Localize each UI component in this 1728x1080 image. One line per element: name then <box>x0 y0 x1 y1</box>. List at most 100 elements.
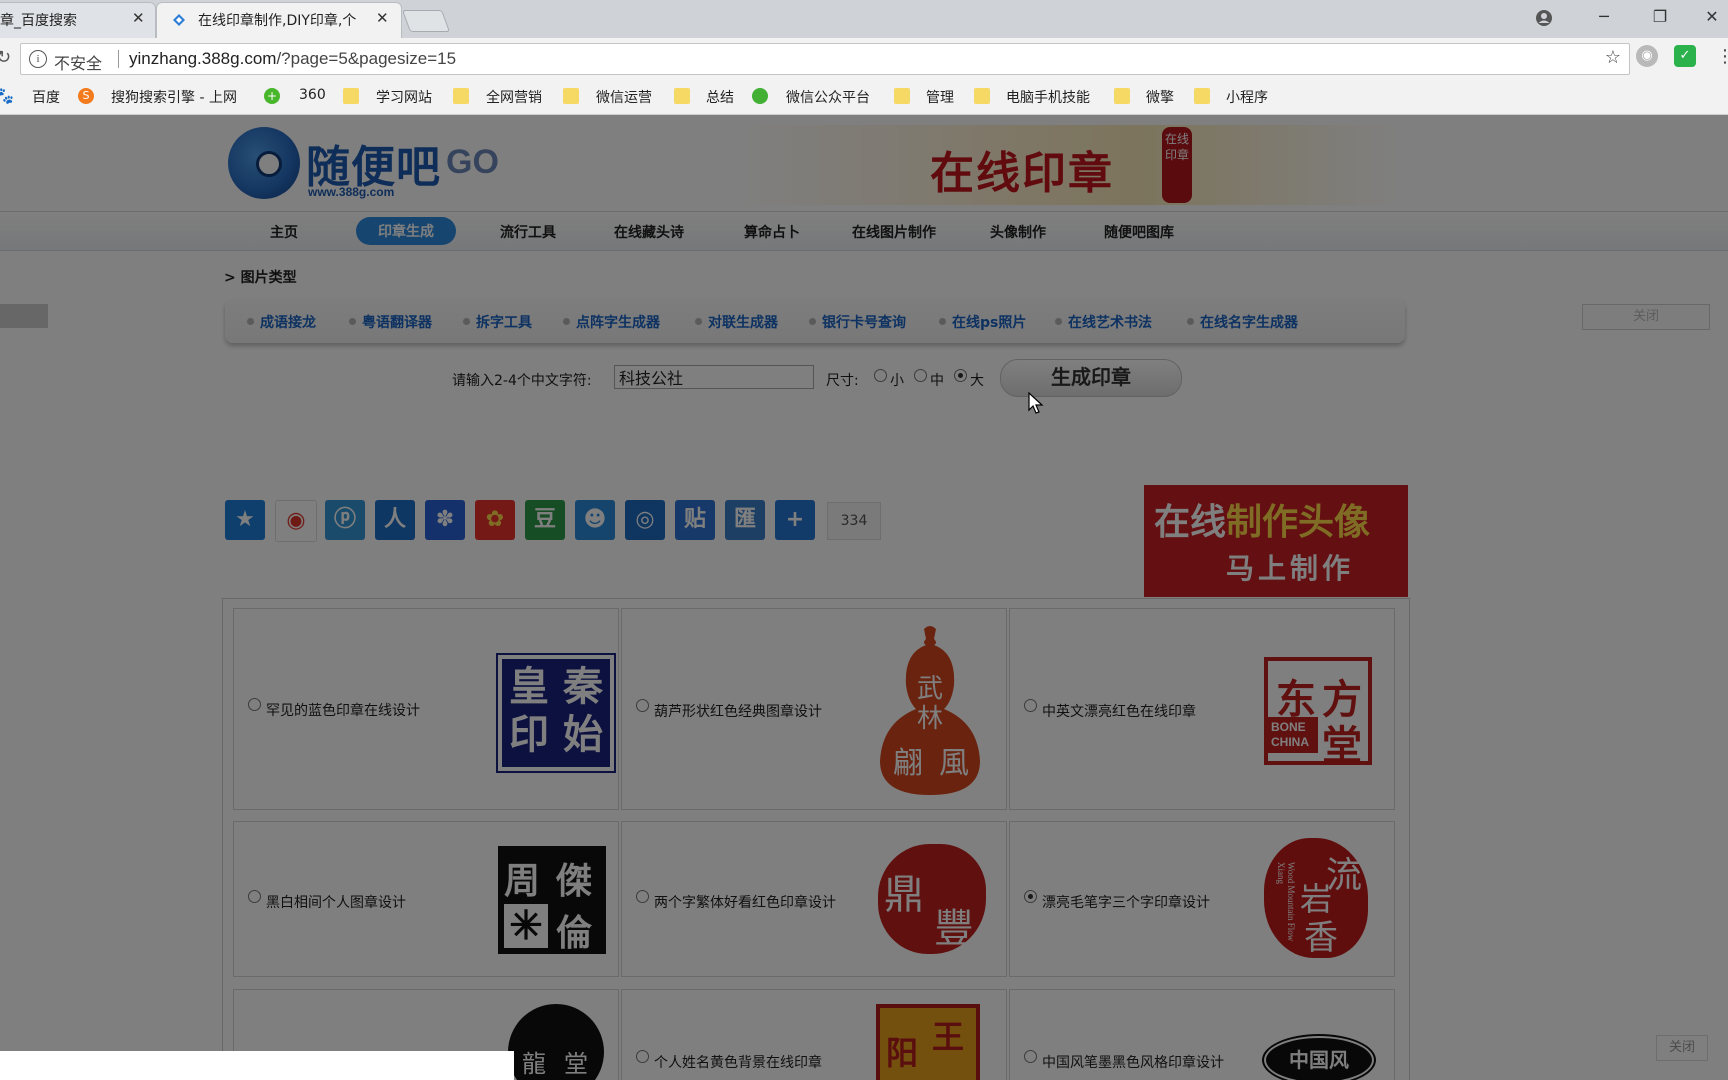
nav-image-maker[interactable]: 在线图片制作 <box>852 222 936 242</box>
main-nav: 主页 印章生成 流行工具 在线藏头诗 算命占卜 在线图片制作 头像制作 随便吧图… <box>0 211 1728 251</box>
seal-preview-image: 王 阳 <box>876 1004 980 1080</box>
omnibox[interactable]: i 不安全 yinzhang.388g.com/?page=5&pagesize… <box>20 43 1630 75</box>
seal-style-card[interactable]: 罕见的蓝色印章在线设计 皇秦 印始 <box>233 608 619 810</box>
bookmark-item[interactable]: 360 <box>299 87 326 103</box>
tool-link[interactable]: 点阵字生成器 <box>563 312 660 332</box>
nav-gallery[interactable]: 随便吧图库 <box>1104 222 1174 242</box>
bookmark-item[interactable]: 微信公众平台 <box>786 87 870 107</box>
restore-icon[interactable]: ❐ <box>1632 2 1688 32</box>
bookmark-item[interactable]: 全网营销 <box>486 87 542 107</box>
folder-icon <box>974 88 990 104</box>
tool-link[interactable]: 成语接龙 <box>247 312 316 332</box>
seal-style-card[interactable]: 漂亮毛笔字三个字印章设计 Wood Mountain Flow Xiang 流 … <box>1009 821 1395 977</box>
size-small-radio[interactable] <box>874 369 887 382</box>
extension-globe-icon[interactable]: ◉ <box>1636 45 1658 67</box>
profile-icon[interactable] <box>1516 2 1572 32</box>
size-medium-radio[interactable] <box>914 369 927 382</box>
baidu-paw-icon[interactable]: ✽ <box>425 500 465 540</box>
tool-link[interactable]: 在线艺术书法 <box>1055 312 1152 332</box>
weibo-icon[interactable]: ◉ <box>275 500 317 542</box>
bookmark-item[interactable]: 搜狗搜索引擎 - 上网 <box>111 87 247 107</box>
bookmark-item[interactable]: 小程序 <box>1226 87 1268 107</box>
url-text[interactable]: yinzhang.388g.com/?page=5&pagesize=15 <box>129 49 456 69</box>
style-radio[interactable] <box>636 890 649 903</box>
seal-form: 请输入2-4个中文字符: 尺寸: 小 中 大 生成印章 <box>452 359 1192 399</box>
site-favicon-icon <box>173 14 185 26</box>
douban-icon[interactable]: 豆 <box>525 500 565 540</box>
side-floating-tab[interactable] <box>0 304 48 328</box>
seal-preview-image: 东 方 堂 BONE CHINA <box>1264 657 1372 769</box>
tool-link[interactable]: 拆字工具 <box>463 312 532 332</box>
style-title: 罕见的蓝色印章在线设计 <box>266 703 420 719</box>
window-close-icon[interactable]: ✕ <box>1684 2 1728 32</box>
security-label: 不安全 <box>54 54 103 73</box>
banner-seal: 在线印章 <box>1162 127 1192 203</box>
tab-baidu-search[interactable]: 章_百度搜索 ✕ <box>0 2 156 38</box>
style-radio[interactable] <box>636 699 649 712</box>
style-title: 中国风笔墨黑色风格印章设计 <box>1042 1055 1224 1071</box>
bookmark-item[interactable]: 总结 <box>706 87 734 107</box>
tab-close-icon[interactable]: ✕ <box>132 9 145 27</box>
style-title: 漂亮毛笔字三个字印章设计 <box>1042 895 1210 911</box>
reload-icon[interactable]: ↻ <box>0 47 11 68</box>
style-radio[interactable] <box>248 698 261 711</box>
seal-style-card[interactable]: 两个字繁体好看红色印章设计 鼎 豐 <box>621 821 1007 977</box>
style-radio[interactable] <box>248 890 261 903</box>
tool-link[interactable]: 在线ps照片 <box>939 312 1026 332</box>
nav-acrostic-poem[interactable]: 在线藏头诗 <box>614 222 684 242</box>
bottom-popup-strip <box>0 1051 514 1080</box>
style-radio[interactable] <box>1024 1050 1037 1063</box>
style-radio[interactable] <box>1024 890 1037 903</box>
info-icon[interactable]: i <box>29 50 47 68</box>
tab-close-icon[interactable]: ✕ <box>376 9 389 27</box>
seal-preview-image: 周 傑 倫 ✳ <box>498 846 606 954</box>
bookmark-item[interactable]: 管理 <box>926 87 954 107</box>
seal-style-card[interactable]: 葫芦形状红色经典图章设计 武 林 翩 風 <box>621 608 1007 810</box>
bookmark-item[interactable]: 学习网站 <box>376 87 432 107</box>
seal-style-card[interactable]: 个人姓名黄色背景在线印章 王 阳 <box>621 989 1007 1080</box>
folder-icon <box>1194 88 1210 104</box>
nav-fortune[interactable]: 算命占卜 <box>744 222 800 242</box>
new-tab-button[interactable] <box>401 10 451 32</box>
nav-seal-generator[interactable]: 印章生成 <box>356 217 456 245</box>
bookmark-item[interactable]: 微擎 <box>1146 87 1174 107</box>
tool-link[interactable]: 对联生成器 <box>695 312 778 332</box>
seal-style-card[interactable]: 中英文漂亮红色在线印章 东 方 堂 BONE CHINA <box>1009 608 1395 810</box>
seal-style-card[interactable]: 中国风笔墨黑色风格印章设计 中国风 <box>1009 989 1395 1080</box>
friends-icon[interactable]: ☻ <box>575 500 615 540</box>
kaixin-icon[interactable]: ✿ <box>475 500 515 540</box>
tencent-icon[interactable]: ◎ <box>625 500 665 540</box>
style-radio[interactable] <box>1024 699 1037 712</box>
bookmark-item[interactable]: 电脑手机技能 <box>1006 87 1090 107</box>
menu-icon[interactable]: ⋮ <box>1716 46 1728 67</box>
bookmark-star-icon[interactable]: ☆ <box>1605 47 1621 68</box>
bookmark-item[interactable]: 微信运营 <box>596 87 652 107</box>
size-large-radio[interactable] <box>954 369 967 382</box>
digest-icon[interactable]: 匯 <box>725 500 765 540</box>
seal-style-card[interactable]: 黑白相间个人图章设计 周 傑 倫 ✳ <box>233 821 619 977</box>
tab-yinzhang[interactable]: 在线印章制作,DIY印章,个 ✕ <box>156 2 402 38</box>
seal-text-input[interactable] <box>614 365 814 389</box>
style-radio[interactable] <box>636 1050 649 1063</box>
svg-text:武: 武 <box>917 674 943 704</box>
more-plus-icon[interactable]: + <box>775 500 815 540</box>
qzone-star-icon[interactable]: ★ <box>225 500 265 540</box>
extension-shield-icon[interactable]: ✓ <box>1674 45 1696 67</box>
tencent-weibo-icon[interactable]: ⓟ <box>325 500 365 540</box>
style-title: 黑白相间个人图章设计 <box>266 895 406 911</box>
nav-avatar-maker[interactable]: 头像制作 <box>990 222 1046 242</box>
bottom-close-button[interactable]: 关闭 <box>1656 1035 1708 1061</box>
nav-popular-tools[interactable]: 流行工具 <box>500 222 556 242</box>
renren-icon[interactable]: 人 <box>375 500 415 540</box>
folder-icon <box>674 88 690 104</box>
minimize-icon[interactable]: ─ <box>1576 2 1632 32</box>
tieba-icon[interactable]: 贴 <box>675 500 715 540</box>
tool-link[interactable]: 粤语翻译器 <box>349 312 432 332</box>
bookmark-item[interactable]: 百度 <box>32 87 60 107</box>
close-button[interactable]: 关闭 <box>1582 304 1710 330</box>
nav-home[interactable]: 主页 <box>270 222 298 242</box>
tool-link[interactable]: 在线名字生成器 <box>1187 312 1298 332</box>
avatar-maker-ad[interactable]: 在线制作头像 马上制作 <box>1144 485 1408 597</box>
site-logo[interactable]: 随便吧 GO www.388g.com <box>228 125 499 203</box>
tool-link[interactable]: 银行卡号查询 <box>809 312 906 332</box>
